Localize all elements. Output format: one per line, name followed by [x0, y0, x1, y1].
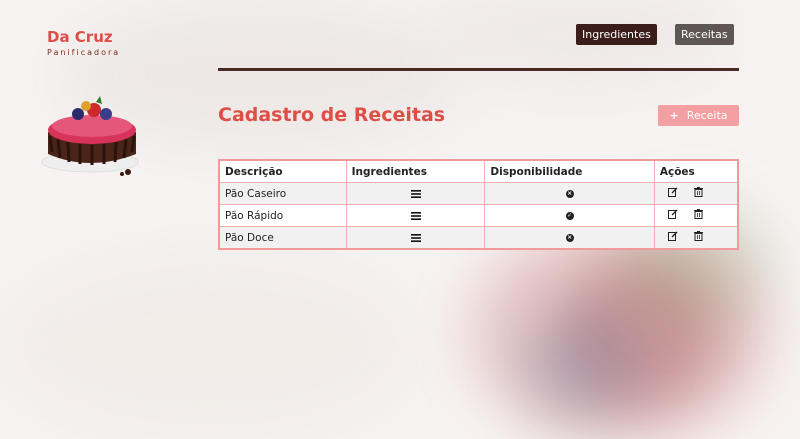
table-row: Pão Rápido ✓: [218, 204, 739, 227]
actions-cell: [653, 182, 739, 205]
plus-icon: +: [669, 109, 679, 122]
add-receita-button[interactable]: + Receita: [658, 105, 739, 126]
table-row: Pão Doce ×: [218, 226, 739, 250]
header-divider: [218, 68, 739, 71]
availability-cell: ×: [484, 226, 655, 250]
actions-cell: [653, 204, 739, 227]
row-descricao: Pão Doce: [218, 226, 347, 250]
brand-subtitle: Panificadora: [47, 48, 121, 57]
brand-logo[interactable]: Da Cruz Panificadora: [47, 28, 121, 58]
availability-cell: ✓: [484, 204, 655, 227]
list-icon[interactable]: [410, 211, 421, 220]
trash-icon[interactable]: [686, 231, 712, 244]
ingredients-cell: [345, 182, 486, 205]
header-descricao: Descrição: [218, 159, 347, 183]
cake-image: [41, 96, 139, 176]
edit-icon[interactable]: [660, 209, 686, 222]
trash-icon[interactable]: [686, 187, 712, 200]
add-button-label: Receita: [686, 109, 728, 122]
nav-receitas-button[interactable]: Receitas: [675, 24, 734, 45]
trash-icon[interactable]: [686, 209, 712, 222]
table-row: Pão Caseiro ×: [218, 182, 739, 205]
recipes-table: Descrição Ingredientes Disponibilidade A…: [218, 159, 739, 250]
nav-ingredientes-button[interactable]: Ingredientes: [576, 24, 657, 45]
header-acoes: Ações: [653, 159, 739, 183]
header-disponibilidade: Disponibilidade: [484, 159, 655, 183]
actions-cell: [653, 226, 739, 250]
edit-icon[interactable]: [660, 231, 686, 244]
check-circle-icon: ✓: [565, 211, 574, 220]
row-descricao: Pão Rápido: [218, 204, 347, 227]
availability-cell: ×: [484, 182, 655, 205]
ingredients-cell: [345, 226, 486, 250]
page-title: Cadastro de Receitas: [218, 104, 446, 126]
brand-name: Da Cruz: [47, 28, 113, 46]
table-header-row: Descrição Ingredientes Disponibilidade A…: [218, 159, 739, 183]
ingredients-cell: [345, 204, 486, 227]
edit-icon[interactable]: [660, 187, 686, 200]
x-circle-icon: ×: [565, 189, 574, 198]
header-ingredientes: Ingredientes: [345, 159, 486, 183]
list-icon[interactable]: [410, 189, 421, 198]
list-icon[interactable]: [410, 233, 421, 242]
row-descricao: Pão Caseiro: [218, 182, 347, 205]
x-circle-icon: ×: [565, 233, 574, 242]
